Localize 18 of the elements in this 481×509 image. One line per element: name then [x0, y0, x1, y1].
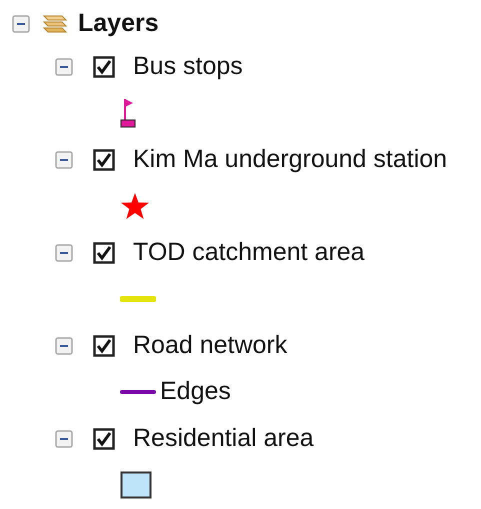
layer-name: Kim Ma underground station [133, 144, 448, 175]
layer-name: Bus stops [133, 50, 243, 82]
collapse-icon[interactable] [55, 58, 73, 76]
checkbox[interactable] [93, 334, 115, 356]
checkbox[interactable] [93, 148, 115, 170]
checkbox[interactable] [93, 428, 115, 450]
collapse-icon[interactable] [55, 430, 73, 448]
collapse-icon[interactable] [55, 336, 73, 354]
layer-name: Road network [133, 330, 288, 361]
layer-name: Residential area [133, 422, 314, 454]
checkbox[interactable] [93, 242, 115, 264]
layers-title: Layers [78, 8, 159, 40]
collapse-icon[interactable] [55, 150, 73, 168]
collapse-icon[interactable] [12, 15, 30, 33]
collapse-icon[interactable] [55, 244, 73, 262]
layer-name: TOD catchment area [133, 236, 365, 268]
checkbox[interactable] [93, 56, 115, 78]
symbol-label: Edges [160, 376, 231, 407]
